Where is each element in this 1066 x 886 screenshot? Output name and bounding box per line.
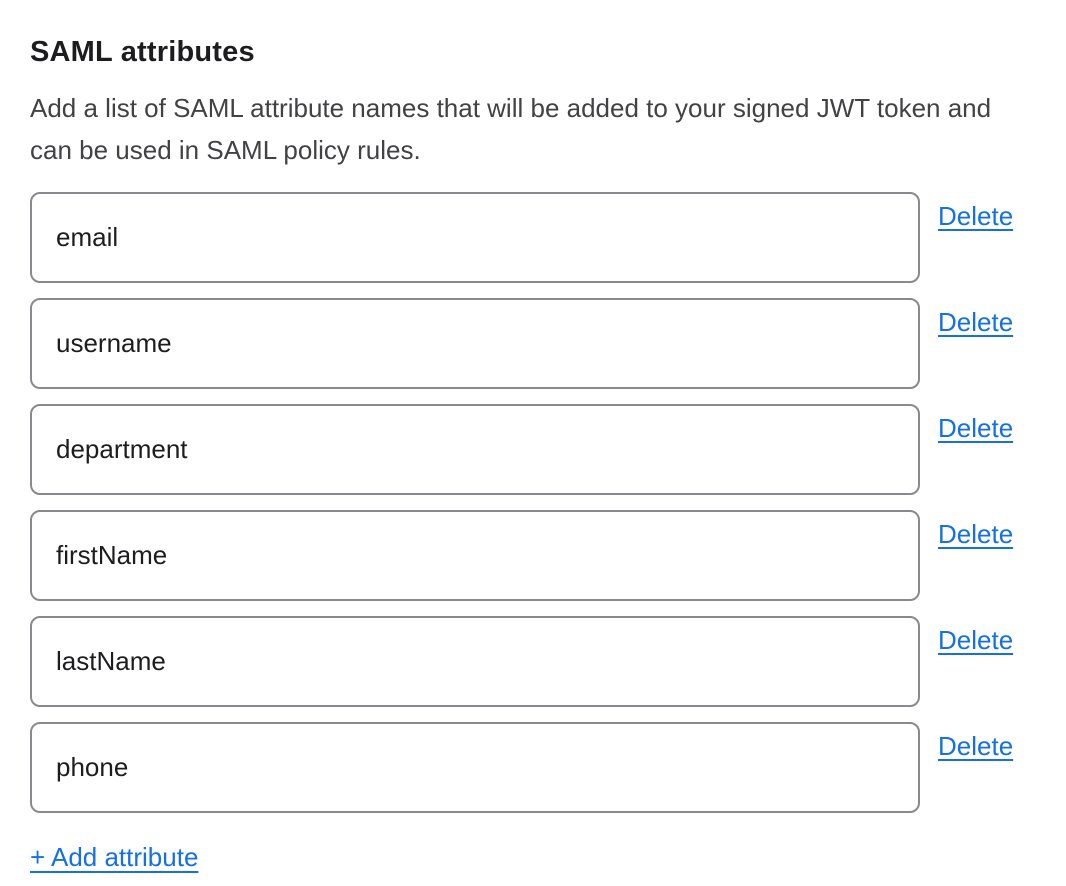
attribute-input-username[interactable] [30, 298, 920, 389]
attribute-input-lastName[interactable] [30, 616, 920, 707]
delete-link[interactable]: Delete [938, 201, 1013, 232]
attribute-row: Delete [30, 404, 1036, 495]
attribute-row: Delete [30, 722, 1036, 813]
delete-link[interactable]: Delete [938, 307, 1013, 338]
attribute-row: Delete [30, 298, 1036, 389]
attribute-list: Delete Delete Delete Delete Delete Delet… [30, 192, 1036, 813]
delete-link[interactable]: Delete [938, 413, 1013, 444]
attribute-row: Delete [30, 616, 1036, 707]
attribute-row: Delete [30, 510, 1036, 601]
delete-link[interactable]: Delete [938, 519, 1013, 550]
attribute-input-department[interactable] [30, 404, 920, 495]
saml-attributes-section: SAML attributes Add a list of SAML attri… [0, 0, 1066, 886]
delete-link[interactable]: Delete [938, 731, 1013, 762]
add-attribute-link[interactable]: + Add attribute [30, 842, 198, 873]
delete-link[interactable]: Delete [938, 625, 1013, 656]
section-description: Add a list of SAML attribute names that … [30, 87, 1030, 171]
section-title: SAML attributes [30, 36, 1036, 69]
attribute-input-email[interactable] [30, 192, 920, 283]
attribute-input-phone[interactable] [30, 722, 920, 813]
attribute-input-firstName[interactable] [30, 510, 920, 601]
attribute-row: Delete [30, 192, 1036, 283]
